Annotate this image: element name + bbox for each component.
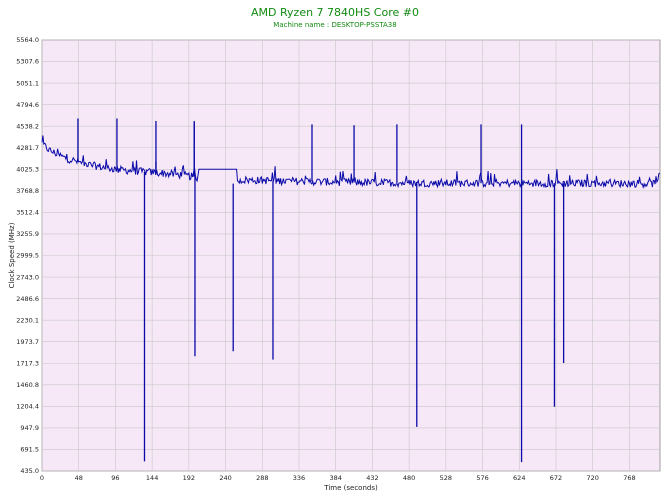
- y-tick-label: 1204.4: [16, 403, 39, 411]
- y-tick-label: 947.9: [20, 424, 39, 432]
- y-tick-label: 2743.0: [16, 273, 39, 281]
- y-tick-label: 4281.7: [16, 144, 39, 152]
- y-tick-label: 5307.6: [16, 58, 39, 66]
- y-tick-label: 1460.8: [16, 381, 39, 389]
- y-tick-label: 1973.7: [16, 338, 39, 346]
- y-tick-label: 4794.6: [16, 101, 39, 109]
- y-tick-label: 3768.8: [16, 187, 39, 195]
- x-tick-label: 384: [329, 474, 341, 482]
- x-tick-label: 672: [550, 474, 562, 482]
- y-tick-label: 2230.1: [16, 316, 39, 324]
- x-tick-label: 0: [40, 474, 44, 482]
- x-tick-label: 288: [256, 474, 268, 482]
- y-tick-label: 3255.9: [16, 230, 39, 238]
- x-tick-label: 240: [219, 474, 231, 482]
- x-tick-label: 576: [476, 474, 488, 482]
- x-tick-label: 768: [623, 474, 635, 482]
- x-tick-label: 528: [440, 474, 452, 482]
- y-axis-title: Clock Speed (MHz): [8, 222, 16, 288]
- y-tick-label: 2486.6: [16, 295, 39, 303]
- x-tick-label: 144: [146, 474, 158, 482]
- y-tick-label: 4538.2: [16, 122, 39, 130]
- x-tick-label: 48: [75, 474, 83, 482]
- x-tick-label: 96: [111, 474, 119, 482]
- y-tick-label: 435.0: [20, 467, 39, 475]
- y-tick-label: 5051.1: [16, 79, 39, 87]
- y-tick-label: 691.5: [20, 446, 39, 454]
- clock-speed-chart: 435.0 691.5 947.9 1204.4 1460.8 1717.3 1973.7 2…: [8, 36, 661, 492]
- y-tick-label: 4025.3: [16, 166, 39, 174]
- x-tick-label: 432: [366, 474, 378, 482]
- y-tick-label: 2999.5: [16, 252, 39, 260]
- x-tick-label: 336: [293, 474, 305, 482]
- x-tick-label: 720: [586, 474, 598, 482]
- y-tick-label: 5564.0: [16, 36, 39, 44]
- x-axis-title: Time (seconds): [323, 484, 378, 492]
- x-tick-label: 192: [183, 474, 195, 482]
- x-tick-label: 480: [403, 474, 415, 482]
- y-tick-label: 1717.3: [16, 359, 39, 367]
- x-tick-label: 624: [513, 474, 525, 482]
- y-tick-label: 3512.4: [16, 209, 39, 217]
